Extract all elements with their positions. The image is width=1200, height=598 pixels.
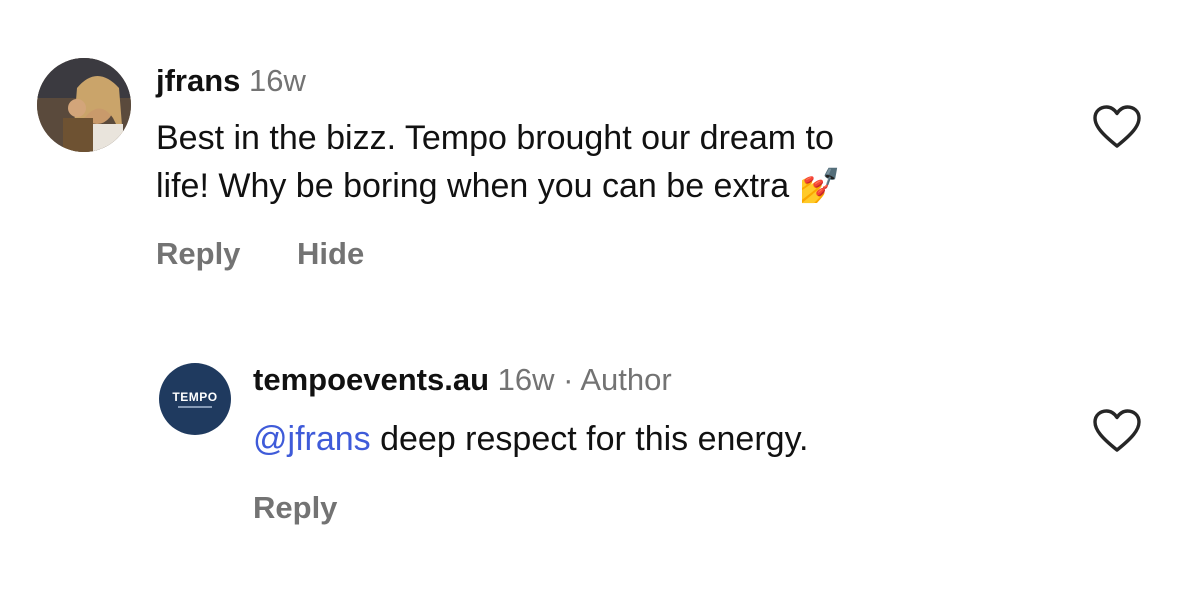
avatar[interactable]: TEMPO bbox=[159, 363, 231, 435]
comment-username[interactable]: jfrans bbox=[156, 63, 240, 98]
comment-text-line: Best in the bizz. Tempo brought our drea… bbox=[156, 119, 834, 157]
hide-button[interactable]: Hide bbox=[297, 236, 364, 272]
profile-photo-image bbox=[37, 58, 131, 152]
comment-timestamp: 16w bbox=[249, 63, 306, 98]
comment-username[interactable]: tempoevents.au bbox=[253, 362, 489, 397]
comment-text-segment: life! Why be boring when you can be extr… bbox=[156, 167, 799, 205]
comment-meta: tempoevents.au 16w · Author bbox=[253, 362, 672, 398]
comment-actions: Reply Hide bbox=[156, 236, 412, 272]
reply-button[interactable]: Reply bbox=[253, 490, 337, 526]
mention-link[interactable]: @jfrans bbox=[253, 420, 371, 458]
heart-outline-icon[interactable] bbox=[1092, 104, 1142, 150]
comment-timestamp: 16w bbox=[497, 362, 555, 397]
comment-text-segment: deep respect for this energy. bbox=[370, 420, 809, 458]
heart-outline-icon[interactable] bbox=[1092, 408, 1142, 454]
brand-avatar-tagline-mark bbox=[178, 405, 212, 408]
reply-button[interactable]: Reply bbox=[156, 236, 240, 272]
avatar[interactable] bbox=[37, 58, 131, 152]
brand-avatar-text: TEMPO bbox=[172, 389, 218, 404]
comment-text: Best in the bizz. Tempo brought our drea… bbox=[156, 114, 841, 210]
comment-actions: Reply bbox=[253, 490, 385, 526]
comment-meta: jfrans 16w bbox=[156, 63, 306, 99]
nail-polish-emoji: 💅 bbox=[798, 167, 841, 205]
author-badge: Author bbox=[580, 362, 672, 397]
comment-text: @jfrans deep respect for this energy. bbox=[253, 415, 809, 463]
comment-text-line: life! Why be boring when you can be extr… bbox=[156, 162, 841, 210]
meta-separator: · bbox=[563, 362, 574, 397]
